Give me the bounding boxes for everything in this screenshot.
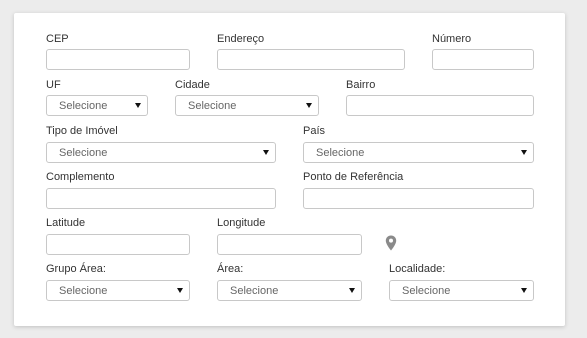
- chevron-down-icon: [521, 288, 527, 293]
- chevron-down-icon: [306, 103, 312, 108]
- latitude-label: Latitude: [46, 217, 86, 229]
- localidade-select[interactable]: Selecione: [389, 280, 534, 301]
- tipo-imovel-select[interactable]: Selecione: [46, 142, 276, 163]
- chevron-down-icon: [263, 150, 269, 155]
- endereco-input[interactable]: [217, 49, 405, 70]
- area-select-value: Selecione: [230, 285, 279, 297]
- localidade-label: Localidade:: [389, 263, 446, 275]
- chevron-down-icon: [521, 150, 527, 155]
- map-pin-icon[interactable]: [385, 235, 397, 251]
- pais-label: País: [303, 125, 326, 137]
- latitude-input[interactable]: [46, 234, 190, 255]
- grupo-area-select[interactable]: Selecione: [46, 280, 190, 301]
- cep-input[interactable]: [46, 49, 190, 70]
- address-form-card: CEP Endereço Número UF Selecione Cidade …: [14, 13, 565, 326]
- numero-input[interactable]: [432, 49, 534, 70]
- localidade-select-value: Selecione: [402, 285, 451, 297]
- pais-select[interactable]: Selecione: [303, 142, 534, 163]
- area-select[interactable]: Selecione: [217, 280, 362, 301]
- cidade-select[interactable]: Selecione: [175, 95, 319, 116]
- chevron-down-icon: [135, 103, 141, 108]
- longitude-input[interactable]: [217, 234, 362, 255]
- cidade-select-value: Selecione: [188, 100, 237, 112]
- ponto-referencia-label: Ponto de Referência: [303, 171, 404, 183]
- grupo-area-label: Grupo Área:: [46, 263, 106, 275]
- chevron-down-icon: [177, 288, 183, 293]
- uf-select-value: Selecione: [59, 100, 108, 112]
- cidade-label: Cidade: [175, 79, 210, 91]
- numero-label: Número: [432, 33, 472, 45]
- tipo-imovel-label: Tipo de Imóvel: [46, 125, 118, 137]
- bairro-input[interactable]: [346, 95, 534, 116]
- uf-select[interactable]: Selecione: [46, 95, 148, 116]
- uf-label: UF: [46, 79, 61, 91]
- pais-select-value: Selecione: [316, 147, 365, 159]
- chevron-down-icon: [349, 288, 355, 293]
- complemento-input[interactable]: [46, 188, 276, 209]
- endereco-label: Endereço: [217, 33, 265, 45]
- complemento-label: Complemento: [46, 171, 115, 183]
- longitude-label: Longitude: [217, 217, 266, 229]
- grupo-area-select-value: Selecione: [59, 285, 108, 297]
- cep-label: CEP: [46, 33, 69, 45]
- bairro-label: Bairro: [346, 79, 376, 91]
- tipo-imovel-select-value: Selecione: [59, 147, 108, 159]
- ponto-referencia-input[interactable]: [303, 188, 534, 209]
- area-label: Área:: [217, 263, 244, 275]
